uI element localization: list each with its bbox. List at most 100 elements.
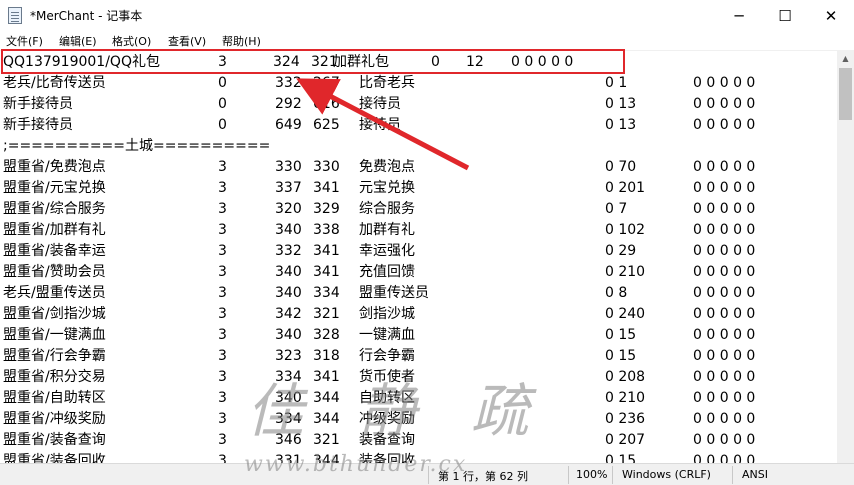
text-line: 盟重省/积分交易 3 334 341 货币使者 0 208 0 0 0 0 0: [3, 367, 833, 388]
text-line: 盟重省/行会争霸 3 323 318 行会争霸 0 15 0 0 0 0 0: [3, 346, 833, 367]
text-line: 盟重省/免费泡点 3 330 330 免费泡点 0 70 0 0 0 0 0: [3, 157, 833, 178]
text-cell: 3: [218, 243, 227, 259]
encoding: ANSI: [742, 468, 768, 481]
status-separator: [428, 466, 429, 484]
text-cell: 0 7: [605, 201, 628, 217]
text-cell: 0 0 0 0 0: [693, 453, 756, 463]
text-cell: 0 15: [605, 348, 637, 364]
text-cell: 0 8: [605, 285, 628, 301]
text-cell: 0 15: [605, 453, 637, 463]
text-cell: 340: [275, 285, 302, 301]
text-cell: 幸运强化: [359, 243, 415, 259]
text-line: 盟重省/剑指沙城 3 342 321 剑指沙城 0 240 0 0 0 0 0: [3, 304, 833, 325]
text-cell: 341: [313, 369, 340, 385]
scroll-thumb[interactable]: [839, 68, 852, 120]
text-cell: 3: [218, 285, 227, 301]
text-cell: 一键满血: [359, 327, 415, 343]
text-cell: 0 236: [605, 411, 646, 427]
text-line: 盟重省/一键满血 3 340 328 一键满血 0 15 0 0 0 0 0: [3, 325, 833, 346]
maximize-button[interactable]: ☐: [762, 0, 808, 31]
text-cell: 盟重省/一键满血: [3, 327, 106, 343]
text-cell: 329: [313, 201, 340, 217]
text-cell: 0 0 0 0 0: [693, 327, 756, 343]
text-cell: 320: [275, 201, 302, 217]
text-cell: 老兵/盟重传送员: [3, 285, 106, 301]
text-cell: 货币使者: [359, 369, 415, 385]
minimize-button[interactable]: ─: [716, 0, 762, 31]
text-cell: 332: [275, 243, 302, 259]
text-cell: 0 0 0 0 0: [693, 222, 756, 238]
menu-edit[interactable]: 编辑(E): [59, 33, 97, 49]
text-line: 盟重省/装备回收 3 331 344 装备回收 0 15 0 0 0 0 0: [3, 451, 833, 463]
text-cell: 新手接待员: [3, 96, 73, 112]
text-cell: 340: [275, 222, 302, 238]
menu-file[interactable]: 文件(F): [6, 33, 43, 49]
text-cell: 0 0 0 0 0: [693, 432, 756, 448]
text-cell: 0 0 0 0 0: [693, 243, 756, 259]
text-cell: 综合服务: [359, 201, 415, 217]
text-cell: 0 0 0 0 0: [693, 390, 756, 406]
text-cell: 0 29: [605, 243, 637, 259]
text-cell: 3: [218, 264, 227, 280]
text-cell: 328: [313, 327, 340, 343]
text-cell: 0 0 0 0 0: [693, 180, 756, 196]
text-cell: 292: [275, 96, 302, 112]
text-cell: 341: [313, 243, 340, 259]
text-line: 盟重省/元宝兑换 3 337 341 元宝兑换 0 201 0 0 0 0 0: [3, 178, 833, 199]
text-line: 盟重省/自助转区 3 340 344 自助转区 0 210 0 0 0 0 0: [3, 388, 833, 409]
text-cell: 免费泡点: [359, 159, 415, 175]
text-cell: 0 0 0 0 0: [693, 348, 756, 364]
text-cell: 649: [275, 117, 302, 133]
text-cell: 装备回收: [359, 453, 415, 463]
text-cell: 331: [275, 453, 302, 463]
menu-help[interactable]: 帮助(H): [222, 33, 261, 49]
text-cell: 0 15: [605, 327, 637, 343]
text-cell: 装备查询: [359, 432, 415, 448]
text-cell: 321: [313, 306, 340, 322]
text-cell: 0 0 0 0 0: [693, 306, 756, 322]
text-cell: 盟重省/综合服务: [3, 201, 106, 217]
text-cell: 盟重省/免费泡点: [3, 159, 106, 175]
text-line: 盟重省/装备幸运 3 332 341 幸运强化 0 29 0 0 0 0 0: [3, 241, 833, 262]
scroll-up-icon[interactable]: ▲: [837, 50, 854, 67]
menu-view[interactable]: 查看(V): [168, 33, 206, 49]
text-cell: 剑指沙城: [359, 306, 415, 322]
vertical-scrollbar[interactable]: ▲: [837, 50, 854, 463]
text-cell: 616: [313, 96, 340, 112]
text-cell: 3: [218, 306, 227, 322]
text-cell: 346: [275, 432, 302, 448]
text-cell: 老兵/比奇传送员: [3, 75, 106, 91]
text-cell: 盟重传送员: [359, 285, 429, 301]
window-title: *MerChant - 记事本: [30, 9, 143, 23]
text-cell: 元宝兑换: [359, 180, 415, 196]
text-cell: 盟重省/装备回收: [3, 453, 106, 463]
status-separator: [732, 466, 733, 484]
text-cell: 340: [275, 327, 302, 343]
text-line: ;==========土城==========: [3, 136, 833, 157]
text-line: 盟重省/装备查询 3 346 321 装备查询 0 207 0 0 0 0 0: [3, 430, 833, 451]
text-cell: 盟重省/加群有礼: [3, 222, 106, 238]
text-cell: 318: [313, 348, 340, 364]
text-cell: 341: [313, 180, 340, 196]
text-cell: 0 13: [605, 117, 637, 133]
text-line: 盟重省/综合服务 3 320 329 综合服务 0 7 0 0 0 0 0: [3, 199, 833, 220]
text-cell: 3: [218, 432, 227, 448]
text-cell: 3: [218, 453, 227, 463]
status-separator: [612, 466, 613, 484]
text-editor[interactable]: QQ137919001/QQ礼包 3 324 321 加群礼包 0 12 0 0 0 0 0老…: [0, 50, 837, 463]
text-line: 老兵/盟重传送员 3 340 334 盟重传送员 0 8 0 0 0 0 0: [3, 283, 833, 304]
text-cell: 0 102: [605, 222, 646, 238]
close-button[interactable]: ✕: [808, 0, 854, 31]
text-cell: 0 0 0 0 0: [693, 75, 756, 91]
text-cell: 338: [313, 222, 340, 238]
text-cell: 盟重省/赞助会员: [3, 264, 106, 280]
text-cell: 盟重省/积分交易: [3, 369, 106, 385]
text-cell: 盟重省/行会争霸: [3, 348, 106, 364]
zoom-level: 100%: [576, 468, 608, 481]
text-cell: 0 0 0 0 0: [693, 264, 756, 280]
text-cell: 接待员: [359, 117, 401, 133]
menu-format[interactable]: 格式(O): [112, 33, 151, 49]
text-cell: 321: [313, 432, 340, 448]
text-cell: 自助转区: [359, 390, 415, 406]
text-cell: 334: [275, 411, 302, 427]
